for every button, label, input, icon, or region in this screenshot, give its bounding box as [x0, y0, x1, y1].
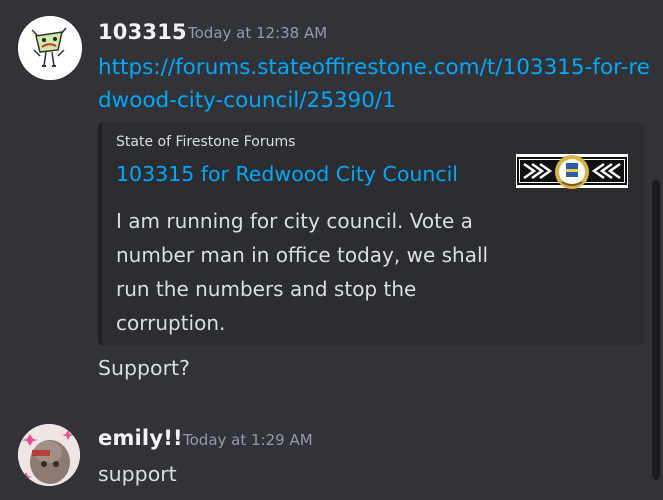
- photo-avatar-icon: [18, 424, 80, 486]
- user-avatar-103315[interactable]: [18, 16, 82, 80]
- link-embed: State of Firestone Forums 103315 for Red…: [98, 122, 644, 346]
- embed-description: I am running for city council. Vote a nu…: [116, 209, 489, 335]
- scrollbar[interactable]: [652, 180, 660, 480]
- message-text: support: [98, 462, 177, 486]
- embed-provider[interactable]: State of Firestone Forums: [116, 134, 295, 150]
- message-text: Support?: [98, 356, 190, 380]
- forum-link[interactable]: https://forums.stateoffirestone.com/t/10…: [98, 51, 658, 117]
- username[interactable]: emily!!: [98, 426, 183, 450]
- firestone-seal-icon: [516, 154, 628, 189]
- cartoon-character-icon: [18, 16, 82, 80]
- message-timestamp: Today at 1:29 AM: [183, 431, 313, 449]
- message-timestamp: Today at 12:38 AM: [188, 24, 328, 42]
- user-avatar-emily[interactable]: [18, 424, 80, 486]
- username[interactable]: 103315: [98, 20, 187, 44]
- embed-title[interactable]: 103315 for Redwood City Council: [116, 162, 458, 186]
- embed-thumbnail[interactable]: [516, 152, 628, 192]
